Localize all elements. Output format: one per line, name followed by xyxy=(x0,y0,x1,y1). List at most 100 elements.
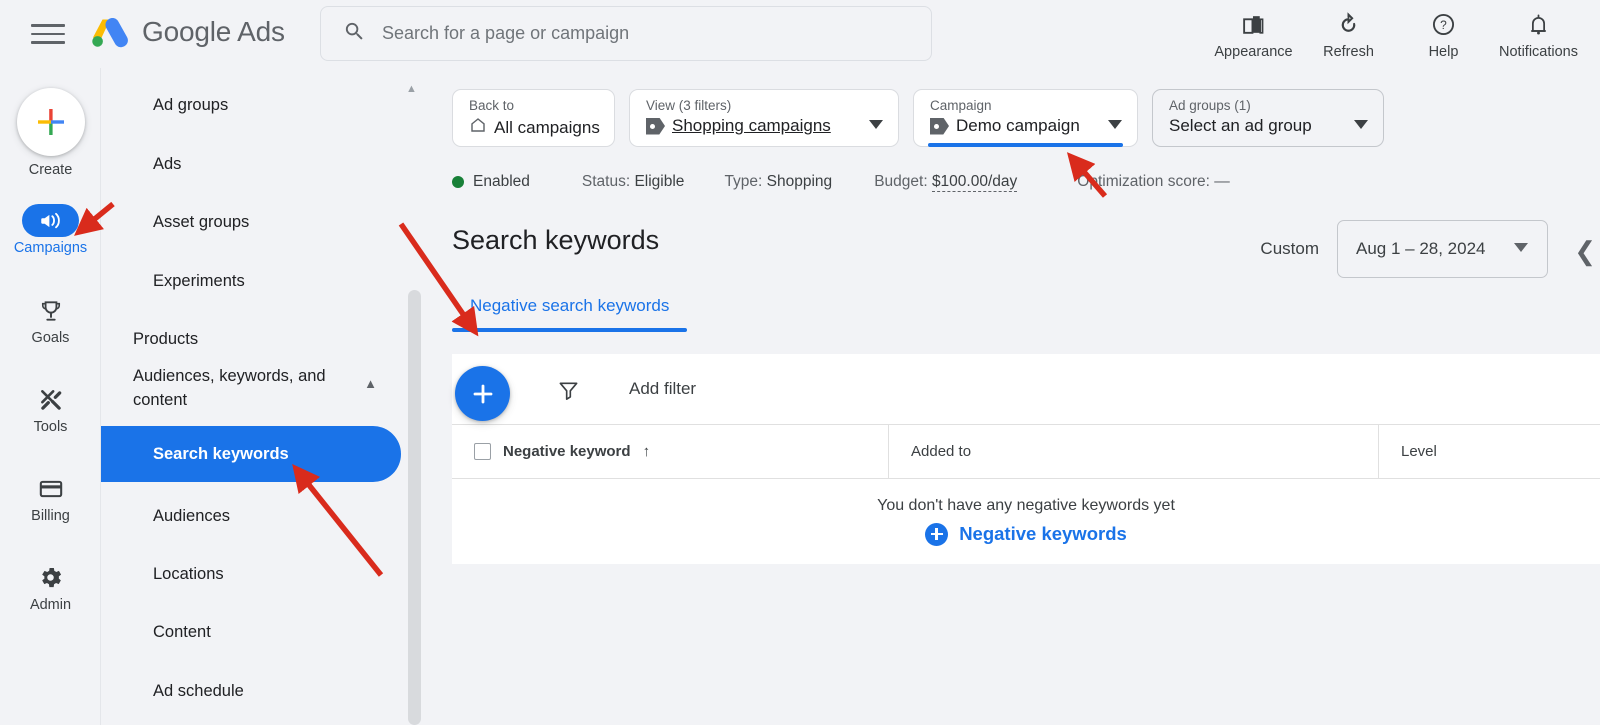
create-plus-icon xyxy=(16,88,85,156)
nav-item-label: Ad schedule xyxy=(153,681,244,700)
appearance-button[interactable]: Appearance xyxy=(1206,4,1301,60)
chevron-down-icon[interactable] xyxy=(1353,117,1369,135)
nav-item-ad-schedule[interactable]: Ad schedule xyxy=(101,668,401,714)
appearance-label: Appearance xyxy=(1214,44,1293,60)
optimization-score-field: Optimization score: — xyxy=(1077,173,1229,191)
refresh-label: Refresh xyxy=(1323,44,1374,60)
help-label: Help xyxy=(1428,44,1459,60)
back-to-all-campaigns-card[interactable]: Back to All campaigns xyxy=(452,89,615,147)
status-badge: Enabled xyxy=(452,173,530,191)
chevron-down-icon[interactable] xyxy=(868,117,884,135)
main-content: Back to All campaigns View (3 filters) S… xyxy=(421,68,1600,725)
add-filter-button[interactable]: Add filter xyxy=(629,379,696,399)
nav-item-label: Audiences xyxy=(153,506,231,525)
tab-negative-search-keywords[interactable]: Negative search keywords xyxy=(452,296,688,332)
table-toolbar: Add filter xyxy=(452,354,1600,424)
refresh-button[interactable]: Refresh xyxy=(1301,4,1396,60)
table-header-label: Added to xyxy=(911,443,972,460)
trophy-icon xyxy=(22,294,79,327)
campaign-caption: Campaign xyxy=(930,98,992,113)
table-header-negative-keyword[interactable]: Negative keyword ↑ xyxy=(452,425,889,478)
nav-item-content[interactable]: Content xyxy=(101,609,401,655)
megaphone-icon xyxy=(22,204,79,237)
sidebar-item-tools[interactable]: Tools xyxy=(0,383,101,435)
global-search-input[interactable]: Search for a page or campaign xyxy=(320,6,932,61)
sidebar-item-label: Goals xyxy=(31,330,70,346)
budget-field: Budget: $100.00/day xyxy=(874,173,1018,192)
notifications-label: Notifications xyxy=(1499,44,1578,60)
nav-item-search-keywords[interactable]: Search keywords xyxy=(101,426,401,482)
empty-state-add-negative-keywords-link[interactable]: Negative keywords xyxy=(925,522,1127,546)
date-range-selector[interactable]: Aug 1 – 28, 2024 xyxy=(1337,220,1548,278)
enabled-dot-icon xyxy=(452,176,464,188)
back-to-value: All campaigns xyxy=(494,117,600,137)
sidebar-item-label: Billing xyxy=(31,508,70,524)
tab-bar: Negative search keywords xyxy=(452,296,688,332)
nav-item-ads[interactable]: Ads xyxy=(101,141,401,187)
nav-group-products[interactable]: Products xyxy=(101,316,401,362)
nav-scrollbar[interactable] xyxy=(408,290,421,725)
view-filter-card[interactable]: View (3 filters) Shopping campaigns xyxy=(629,89,899,147)
google-ads-logo[interactable]: Google Ads xyxy=(88,10,285,54)
date-preset-label: Custom xyxy=(1260,239,1319,258)
funnel-icon[interactable] xyxy=(557,379,580,407)
nav-item-ad-groups[interactable]: Ad groups xyxy=(101,82,401,128)
sidebar-item-billing[interactable]: Billing xyxy=(0,472,101,524)
plus-circle-icon xyxy=(925,522,949,546)
chevron-down-icon[interactable] xyxy=(1107,117,1123,135)
collapse-panel-chevron-left-icon[interactable]: ❮ xyxy=(1574,236,1596,267)
create-button[interactable]: Create xyxy=(0,88,101,178)
notifications-button[interactable]: Notifications xyxy=(1491,4,1586,60)
top-bar: Google Ads Search for a page or campaign… xyxy=(0,0,1600,68)
budget-field-label: Budget: xyxy=(874,173,928,190)
create-label: Create xyxy=(28,162,73,178)
nav-item-asset-groups[interactable]: Asset groups xyxy=(101,199,401,245)
type-field: Type: Shopping xyxy=(724,173,832,191)
tag-icon xyxy=(930,117,949,135)
optimization-score-value: — xyxy=(1214,173,1230,190)
table-header-label: Negative keyword xyxy=(503,443,631,460)
campaign-filter-card[interactable]: Campaign Demo campaign xyxy=(913,89,1138,147)
nav-item-audiences[interactable]: Audiences xyxy=(101,493,401,539)
hamburger-menu-icon[interactable] xyxy=(31,20,67,48)
budget-field-value[interactable]: $100.00/day xyxy=(931,173,1018,192)
empty-state: You don't have any negative keywords yet… xyxy=(452,479,1600,563)
ad-groups-filter-card[interactable]: Ad groups (1) Select an ad group xyxy=(1152,89,1384,147)
chevron-up-icon[interactable]: ▲ xyxy=(364,372,377,396)
table-header-level[interactable]: Level xyxy=(1379,425,1600,478)
view-value: Shopping campaigns xyxy=(672,116,831,135)
help-button[interactable]: ? Help xyxy=(1396,4,1491,60)
sidebar-item-admin[interactable]: Admin xyxy=(0,561,101,613)
status-field-label: Status: xyxy=(581,173,631,190)
sidebar-item-campaigns[interactable]: Campaigns xyxy=(0,204,101,256)
sidebar-item-label: Tools xyxy=(33,419,68,435)
status-field-value: Eligible xyxy=(634,173,685,190)
nav-item-label: Audiences, keywords, and content xyxy=(133,367,326,409)
nav-item-locations[interactable]: Locations xyxy=(101,551,401,597)
plus-icon xyxy=(473,384,492,403)
keywords-panel: Add filter Negative keyword ↑ Added to L… xyxy=(452,354,1600,564)
select-all-checkbox[interactable] xyxy=(474,443,491,460)
enabled-label: Enabled xyxy=(473,173,530,190)
tab-label: Negative search keywords xyxy=(470,296,670,315)
nav-item-label: Locations xyxy=(153,564,224,583)
nav-group-audiences-keywords-content[interactable]: Audiences, keywords, and content ▲ xyxy=(101,358,401,420)
page-title: Search keywords xyxy=(452,225,660,255)
optimization-score-label: Optimization score: xyxy=(1077,173,1210,190)
table-header-added-to[interactable]: Added to xyxy=(889,425,1379,478)
ad-groups-caption: Ad groups (1) xyxy=(1169,98,1251,113)
sort-ascending-icon[interactable]: ↑ xyxy=(643,443,651,460)
tab-active-underline xyxy=(452,328,688,332)
campaign-nav-panel: ▲ Ad groups Ads Asset groups Experiments… xyxy=(101,68,421,725)
ad-groups-value-row: Select an ad group xyxy=(1169,116,1367,136)
empty-state-cta-label: Negative keywords xyxy=(959,523,1127,544)
back-to-caption: Back to xyxy=(469,98,515,113)
add-negative-keyword-button[interactable] xyxy=(455,366,510,421)
date-range-value: Aug 1 – 28, 2024 xyxy=(1356,239,1486,258)
nav-scroll-up-caret-icon[interactable]: ▲ xyxy=(406,83,417,95)
sidebar-item-goals[interactable]: Goals xyxy=(0,294,101,346)
nav-item-experiments[interactable]: Experiments xyxy=(101,258,401,304)
tools-icon xyxy=(22,383,79,416)
nav-item-label: Ads xyxy=(153,154,182,173)
context-filter-bar: Back to All campaigns View (3 filters) S… xyxy=(452,89,1384,147)
